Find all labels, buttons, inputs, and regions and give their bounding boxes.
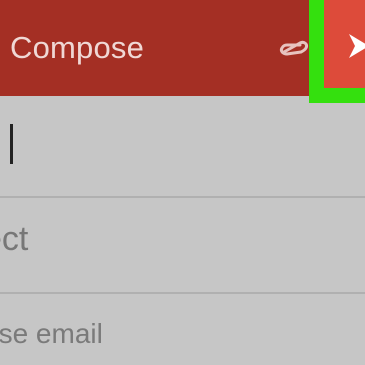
subject-field[interactable]: ect <box>0 220 28 259</box>
compose-email-field[interactable]: ose email <box>0 318 103 350</box>
send-button[interactable] <box>324 0 365 88</box>
paperclip-icon[interactable] <box>276 38 310 58</box>
compose-screen: Compose ect ose email <box>0 0 365 365</box>
divider-subject-body <box>0 292 365 294</box>
send-icon <box>349 34 365 58</box>
text-cursor <box>10 124 13 164</box>
divider-to-subject <box>0 196 365 198</box>
toolbar-title: Compose <box>10 30 145 65</box>
to-field[interactable] <box>0 96 365 196</box>
